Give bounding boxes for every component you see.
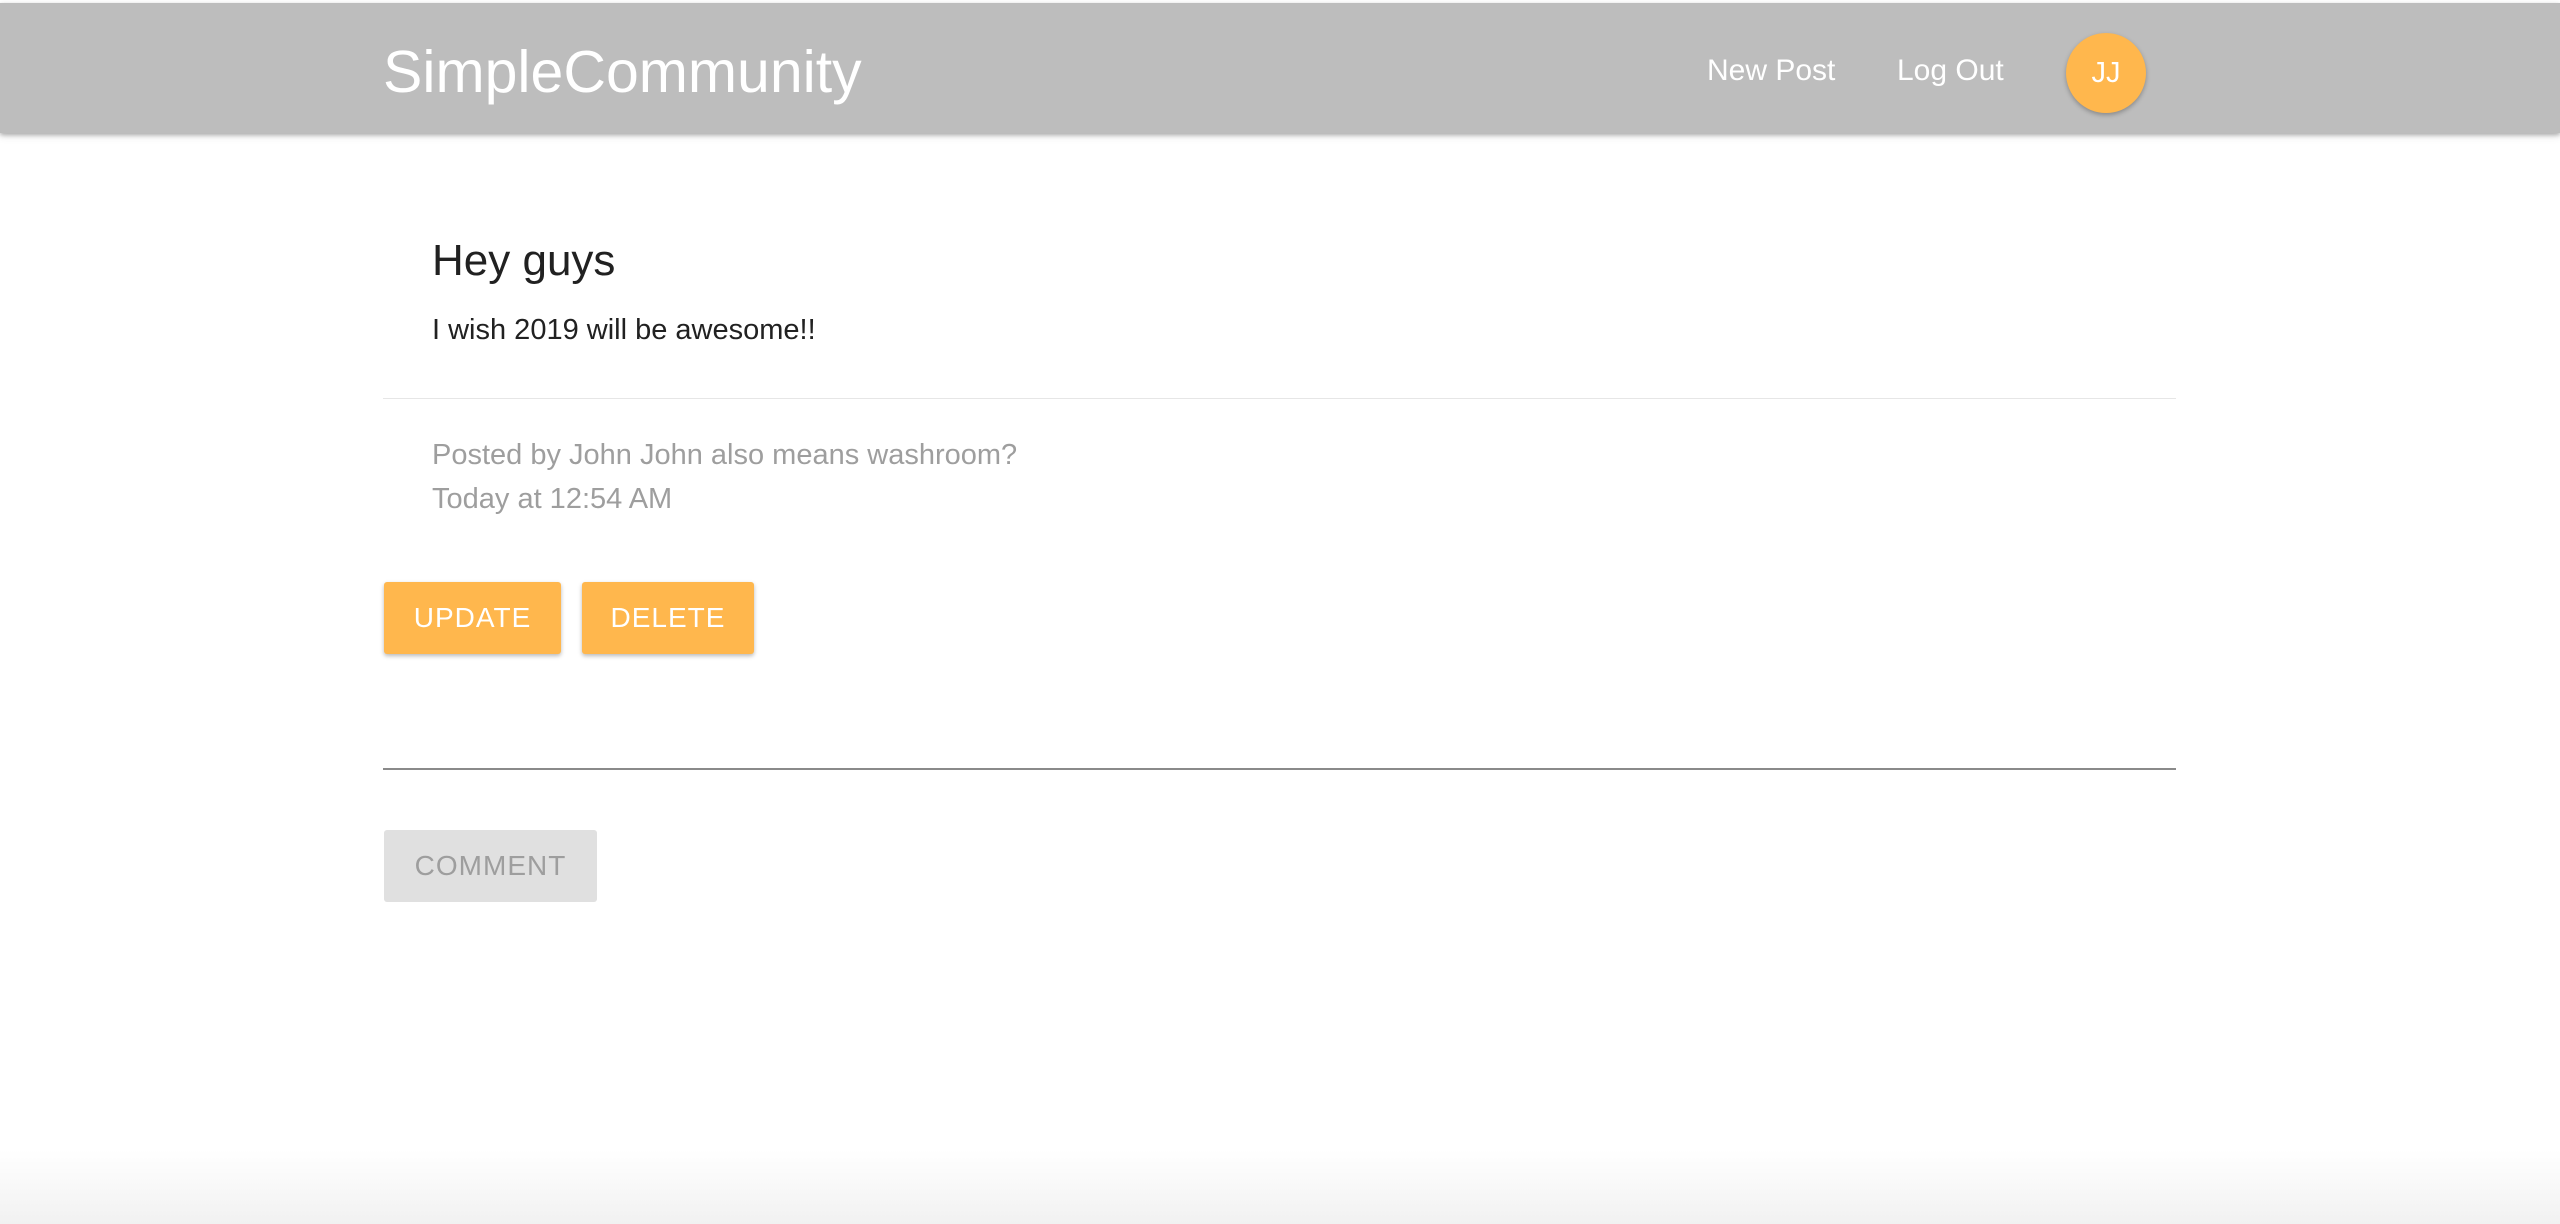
post-body: I wish 2019 will be awesome!! xyxy=(432,314,816,346)
update-button[interactable]: UPDATE xyxy=(384,582,561,654)
post-timestamp: Today at 12:54 AM xyxy=(432,483,673,515)
post-author: Posted by John John also means washroom? xyxy=(432,439,1018,471)
brand-logo-link[interactable]: SimpleCommunity xyxy=(383,37,862,107)
post-title: Hey guys xyxy=(432,236,616,285)
new-post-link[interactable]: New Post xyxy=(1707,51,1835,91)
comment-input[interactable] xyxy=(383,700,2176,770)
bottom-shadow xyxy=(0,1150,2560,1224)
post-divider xyxy=(383,398,2176,399)
log-out-link[interactable]: Log Out xyxy=(1897,51,2004,91)
comment-button[interactable]: COMMENT xyxy=(384,830,597,902)
top-navbar: SimpleCommunity New Post Log Out JJ xyxy=(0,3,2560,133)
delete-button[interactable]: DELETE xyxy=(582,582,754,654)
user-avatar[interactable]: JJ xyxy=(2066,33,2146,113)
